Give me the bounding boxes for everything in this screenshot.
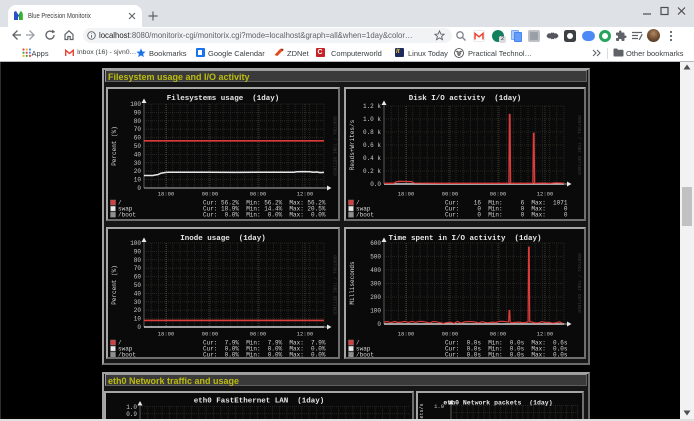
svg-text:90: 90 <box>134 248 142 255</box>
svg-text:80: 80 <box>134 257 142 264</box>
svg-text:1.2 k: 1.2 k <box>363 103 381 110</box>
svg-text:06:00: 06:00 <box>490 191 507 198</box>
svg-text:00:00: 00:00 <box>442 331 459 338</box>
svg-text:30: 30 <box>134 160 142 167</box>
svg-text:18:00: 18:00 <box>158 191 175 198</box>
svg-text:Cur: 0 Min: 0 Max:: Cur: 0 Min: 0 Max: 0 <box>445 212 568 219</box>
svg-text:1.0 k: 1.0 k <box>363 116 381 123</box>
svg-text:06:00: 06:00 <box>250 331 267 338</box>
svg-text:Cur: 0.0s Min: 0.0s Max:: Cur: 0.0s Min: 0.0s Max: 0.0s <box>445 352 568 357</box>
svg-text:100: 100 <box>130 101 141 108</box>
svg-text:Filesystems usage (1day): Filesystems usage (1day) <box>167 95 280 103</box>
svg-text:Disk I/O activity (1day): Disk I/O activity (1day) <box>409 95 522 103</box>
svg-text:70: 70 <box>134 126 142 133</box>
svg-text:Reads+Writes/s: Reads+Writes/s <box>349 119 356 170</box>
svg-text:1.0: 1.0 <box>434 403 444 410</box>
svg-text:40: 40 <box>134 151 142 158</box>
svg-text:00:00: 00:00 <box>202 331 219 338</box>
svg-text:Time spent in I/O activity (1: Time spent in I/O activity (1day) <box>388 235 541 243</box>
svg-text:70: 70 <box>134 265 142 272</box>
svg-text:18:00: 18:00 <box>398 331 415 338</box>
svg-text:500: 500 <box>370 254 381 261</box>
svg-text:50: 50 <box>134 282 142 289</box>
svg-text:Percent (%): Percent (%) <box>111 126 118 166</box>
svg-text:/boot: /boot <box>118 352 136 357</box>
svg-text:06:00: 06:00 <box>250 191 267 198</box>
svg-text:60: 60 <box>134 274 142 281</box>
svg-text:0.6 k: 0.6 k <box>363 142 381 149</box>
svg-text:20: 20 <box>134 168 142 175</box>
svg-text:12:00: 12:00 <box>537 191 554 198</box>
svg-text:Inode usage (1day): Inode usage (1day) <box>180 235 266 243</box>
svg-text:Milliseconds: Milliseconds <box>349 261 356 305</box>
svg-text:12:00: 12:00 <box>297 331 314 338</box>
svg-text:eth0 FastEthernet LAN (1day): eth0 FastEthernet LAN (1day) <box>194 398 325 406</box>
svg-text:0: 0 <box>377 321 381 328</box>
svg-text:/boot: /boot <box>356 212 374 219</box>
svg-text:10: 10 <box>134 177 142 184</box>
svg-text:06:00: 06:00 <box>490 331 507 338</box>
svg-text:20: 20 <box>134 307 142 314</box>
svg-text:0.0: 0.0 <box>370 181 381 188</box>
svg-text:60: 60 <box>134 135 142 142</box>
svg-text:Cur: 0.0% Min: 0.0% Max:: Cur: 0.0% Min: 0.0% Max: 0.0% <box>203 352 326 357</box>
svg-text:RRDTOOL / TOBI OETIKER: RRDTOOL / TOBI OETIKER <box>576 115 582 175</box>
svg-text:40: 40 <box>134 290 142 297</box>
svg-text:0: 0 <box>137 324 141 331</box>
svg-text:Cur: 0.0% Min: 0.0% Max:: Cur: 0.0% Min: 0.0% Max: 0.0% <box>203 212 326 219</box>
svg-text:RRDTOOL / TOBI OETIKER: RRDTOOL / TOBI OETIKER <box>576 253 582 313</box>
svg-text:12:00: 12:00 <box>297 191 314 198</box>
svg-text:80: 80 <box>134 118 142 125</box>
svg-text:RRDTOOL / TOBI OETIKER: RRDTOOL / TOBI OETIKER <box>332 116 338 176</box>
svg-text:600: 600 <box>370 240 381 247</box>
svg-text:0.4 k: 0.4 k <box>363 155 381 162</box>
svg-text:0.8 k: 0.8 k <box>363 129 381 136</box>
svg-text:Percent (%): Percent (%) <box>111 265 118 305</box>
svg-text:18:00: 18:00 <box>158 331 175 338</box>
svg-text:00:00: 00:00 <box>202 191 219 198</box>
svg-text:0: 0 <box>137 185 141 192</box>
svg-text:1.0: 1.0 <box>126 404 137 411</box>
svg-text:18:00: 18:00 <box>398 191 415 198</box>
svg-text:100: 100 <box>370 308 381 315</box>
svg-text:400: 400 <box>370 267 381 274</box>
svg-text:90: 90 <box>134 109 142 116</box>
svg-text:300: 300 <box>370 281 381 288</box>
svg-text:0.9: 0.9 <box>126 411 137 418</box>
svg-text:/boot: /boot <box>356 352 374 357</box>
svg-text:10: 10 <box>134 316 142 323</box>
svg-text:100: 100 <box>130 240 141 247</box>
svg-text:30: 30 <box>134 299 142 306</box>
svg-text:50: 50 <box>134 143 142 150</box>
svg-text:12:00: 12:00 <box>537 331 554 338</box>
svg-text:/boot: /boot <box>118 212 136 219</box>
svg-text:00:00: 00:00 <box>442 191 459 198</box>
svg-text:RRDTOOL / TOBI OETIKER: RRDTOOL / TOBI OETIKER <box>332 255 338 315</box>
svg-text:0.2 k: 0.2 k <box>363 168 381 175</box>
svg-text:200: 200 <box>370 294 381 301</box>
